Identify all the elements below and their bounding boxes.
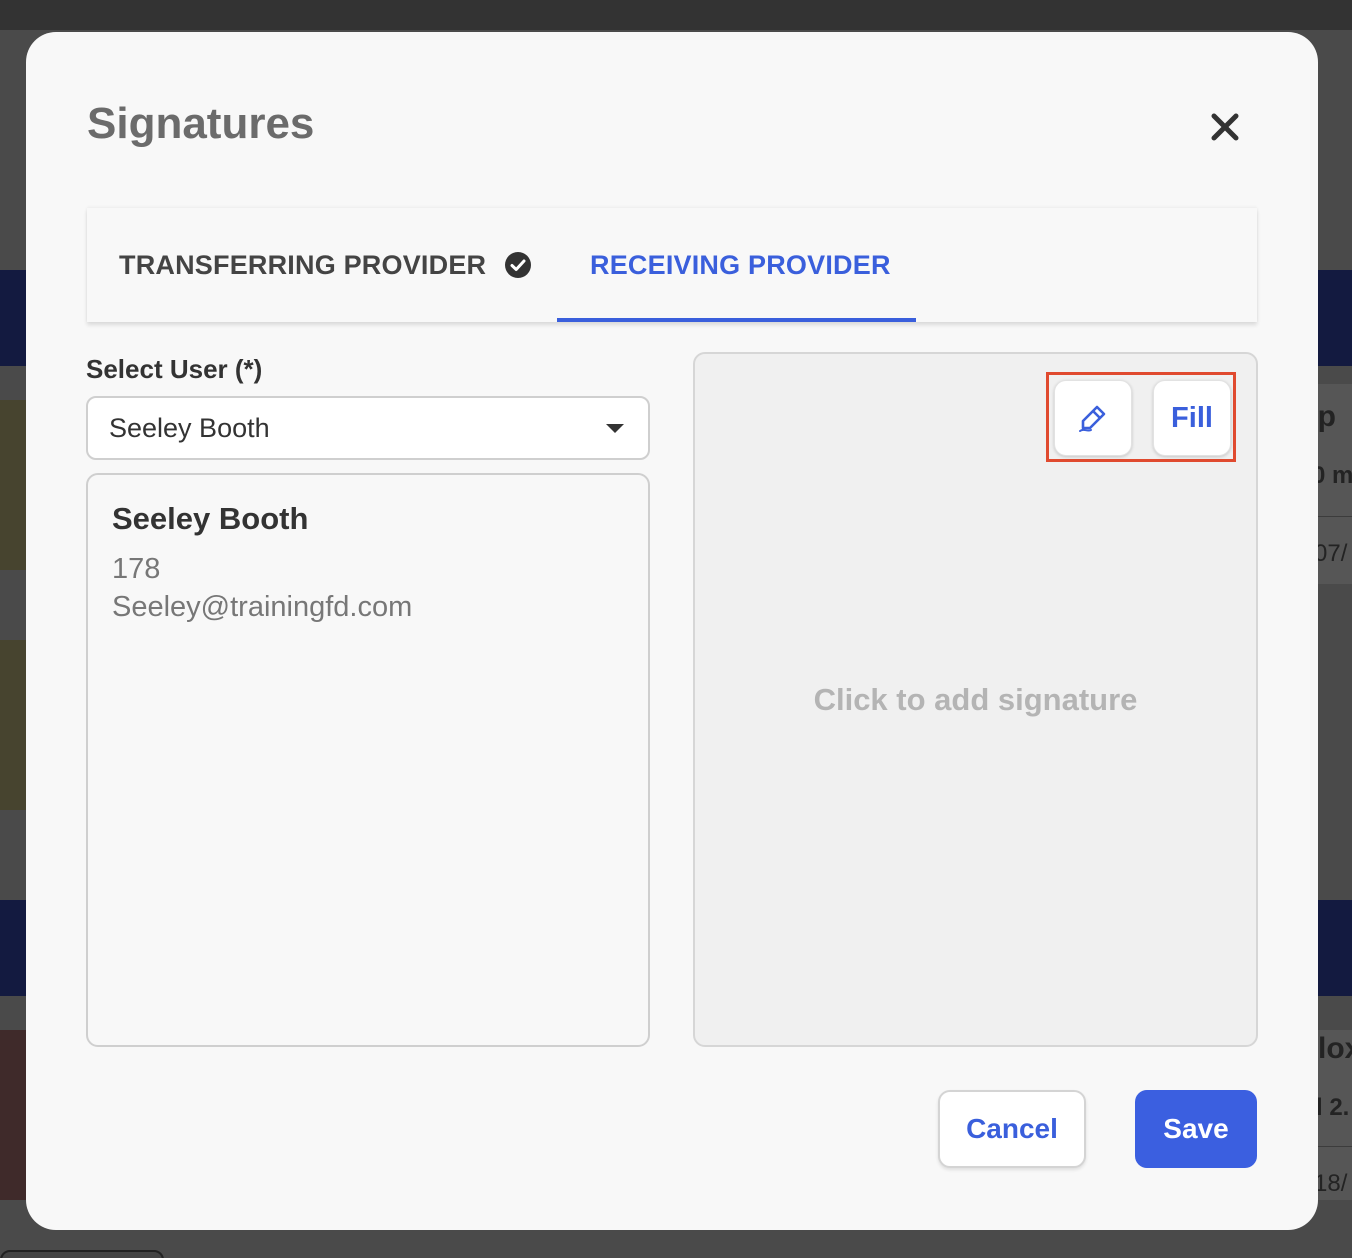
tab-label: TRANSFERRING PROVIDER: [119, 249, 487, 280]
pen-icon: [1079, 405, 1106, 432]
active-tab-indicator: [557, 318, 916, 322]
tab-label: RECEIVING PROVIDER: [590, 249, 891, 280]
user-id: 178: [112, 553, 161, 585]
background-pill: [0, 1250, 164, 1258]
caret-down-icon: [606, 424, 624, 433]
signatures-modal: Signatures TRANSFERRING PROVIDER RECEIVI…: [26, 32, 1318, 1230]
background-text: 0 m: [1312, 462, 1352, 489]
save-button[interactable]: Save: [1135, 1090, 1257, 1168]
modal-title: Signatures: [87, 99, 315, 148]
close-icon: [1211, 113, 1239, 141]
background-card-edge: [0, 640, 26, 810]
background-text: 18/: [1314, 1170, 1348, 1197]
pen-button[interactable]: [1054, 380, 1132, 456]
background-text: l 2.: [1316, 1094, 1350, 1121]
provider-tabs: TRANSFERRING PROVIDER RECEIVING PROVIDER: [87, 208, 1257, 322]
user-name: Seeley Booth: [112, 501, 309, 536]
select-user-dropdown[interactable]: Seeley Booth: [86, 396, 650, 460]
tab-receiving-provider[interactable]: RECEIVING PROVIDER: [590, 208, 891, 322]
check-circle-icon: [504, 251, 532, 279]
signature-placeholder: Click to add signature: [813, 682, 1138, 717]
background-text: 07/: [1314, 540, 1348, 567]
background-card-edge: [0, 1030, 26, 1200]
background-topbar: [0, 0, 1352, 30]
user-details-card: Seeley Booth 178 Seeley@trainingfd.com: [86, 473, 650, 1047]
cancel-button[interactable]: Cancel: [938, 1090, 1086, 1168]
signature-pad[interactable]: Fill Click to add signature: [693, 352, 1258, 1047]
close-button[interactable]: [1202, 104, 1248, 150]
tab-transferring-provider[interactable]: TRANSFERRING PROVIDER: [119, 208, 532, 322]
background-card-edge: [0, 400, 26, 570]
select-user-label: Select User (*): [86, 354, 263, 384]
select-user-value: Seeley Booth: [109, 412, 270, 443]
background-text: lox: [1318, 1032, 1352, 1065]
user-email: Seeley@trainingfd.com: [112, 591, 413, 623]
fill-button[interactable]: Fill: [1153, 380, 1231, 456]
